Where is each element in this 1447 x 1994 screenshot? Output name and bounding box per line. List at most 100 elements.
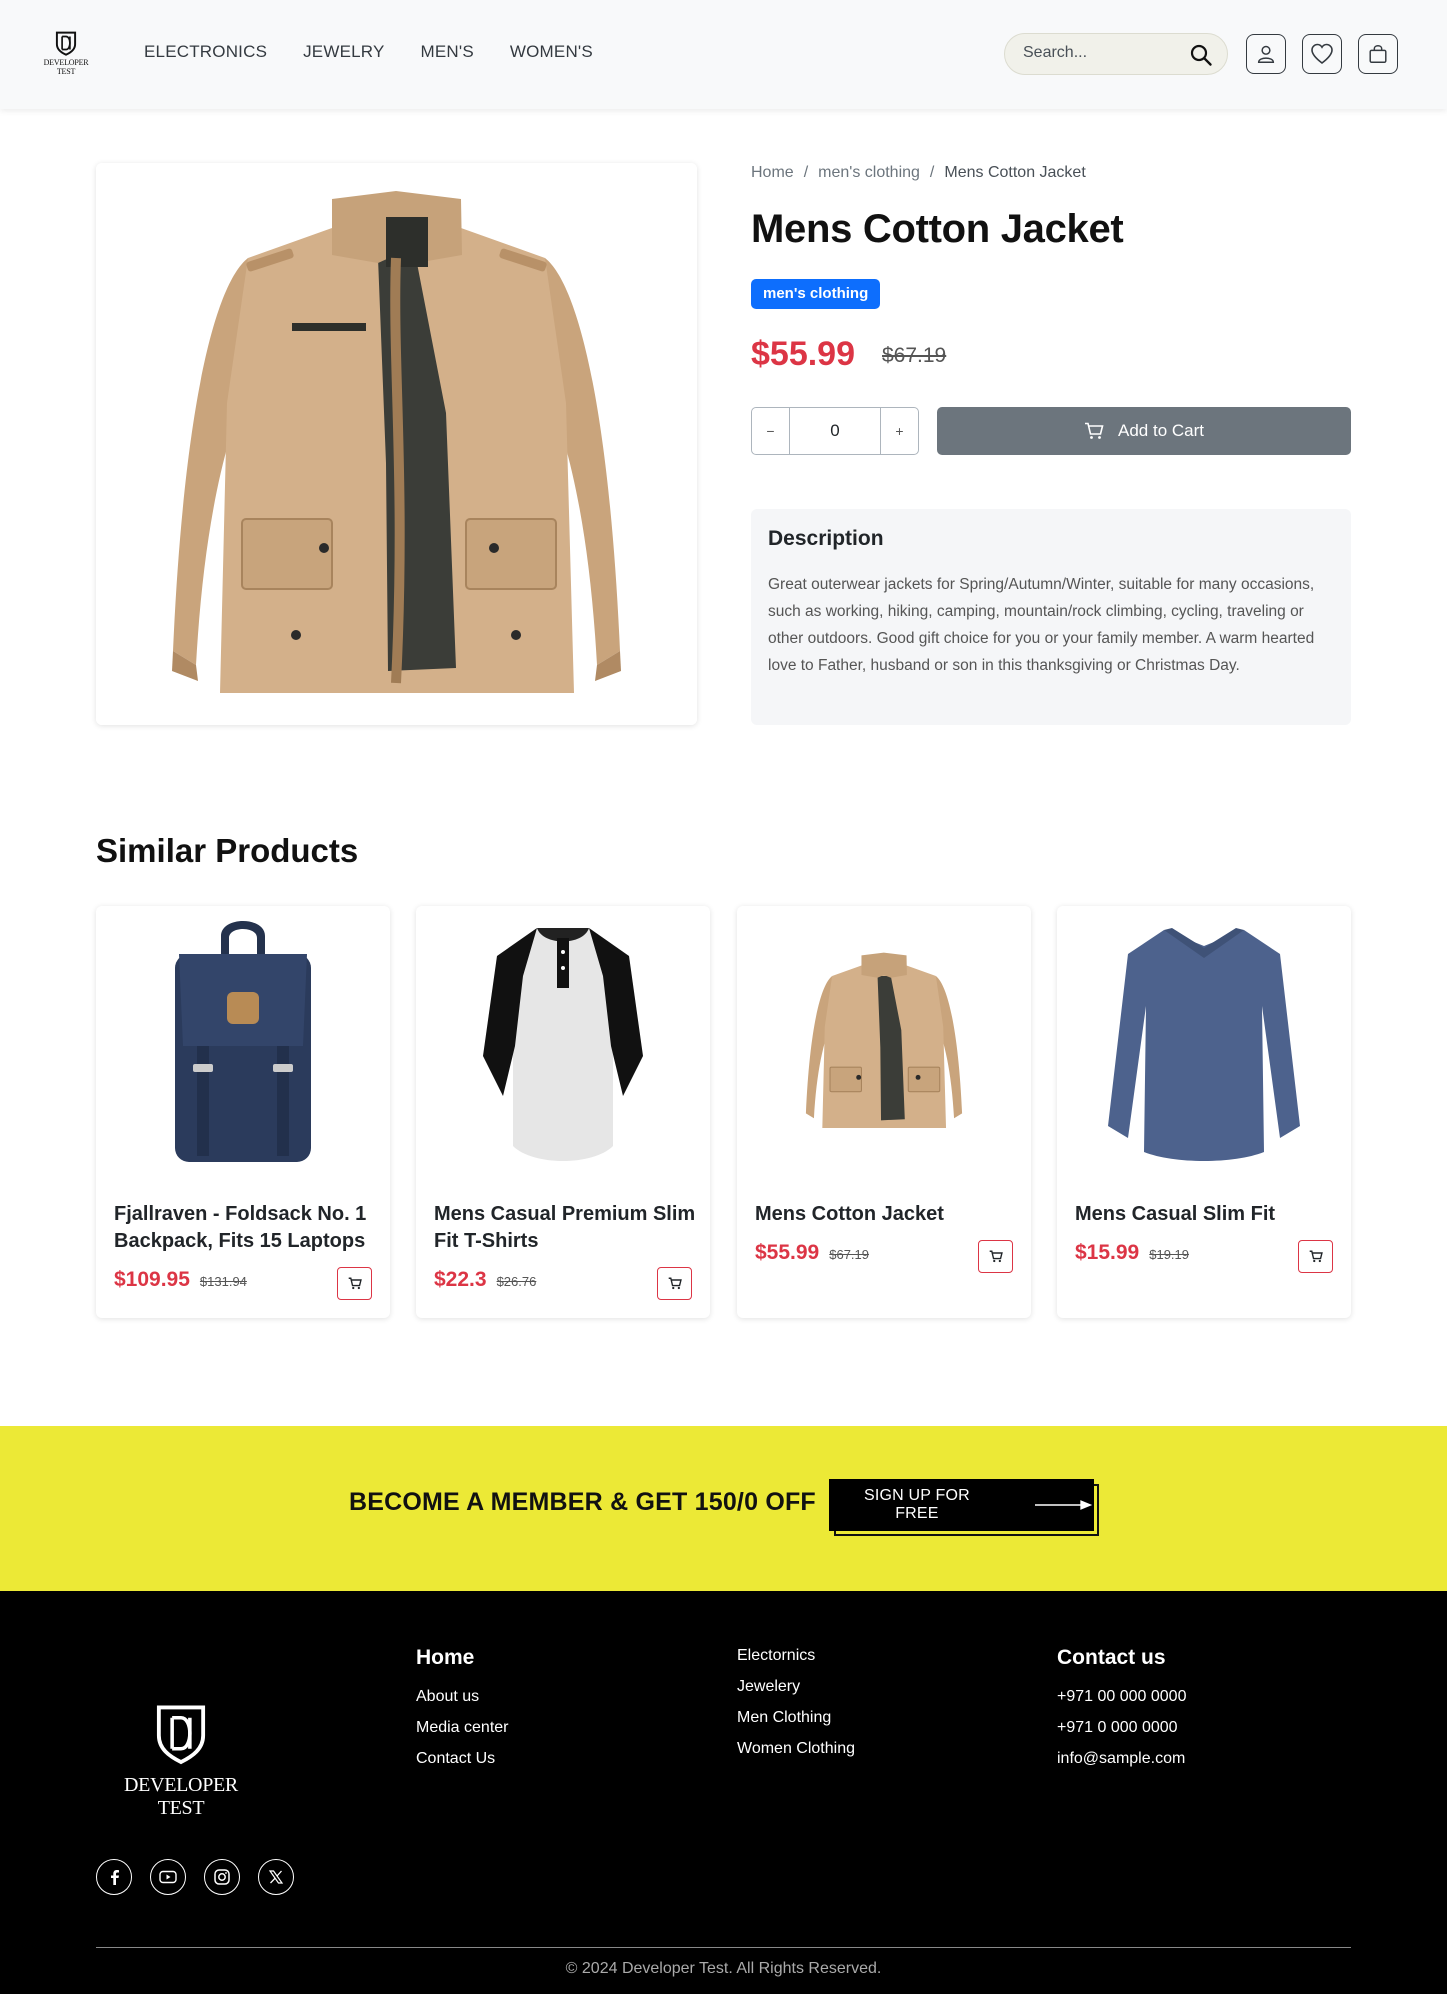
site-footer: DEVELOPER TEST Home About us Media cente… xyxy=(0,1591,1447,1994)
footer-heading[interactable]: Home xyxy=(416,1646,509,1670)
breadcrumb-separator: / xyxy=(929,164,935,181)
product-card-prices: $55.99 $67.19 xyxy=(755,1241,869,1265)
breadcrumb-separator: / xyxy=(803,164,809,181)
product-card-price: $55.99 xyxy=(755,1241,820,1264)
product-card-image[interactable] xyxy=(416,906,710,1176)
add-to-cart-label: Add to Cart xyxy=(1118,421,1204,440)
nav-electronics[interactable]: ELECTRONICS xyxy=(144,42,267,62)
product-card-image[interactable] xyxy=(737,906,1031,1176)
footer-link-women[interactable]: Women Clothing xyxy=(737,1740,855,1758)
search-input[interactable] xyxy=(1023,44,1173,62)
card-add-to-cart-button[interactable] xyxy=(978,1240,1013,1273)
add-to-cart-button[interactable]: Add to Cart xyxy=(937,407,1351,455)
product-card-title[interactable]: Mens Cotton Jacket xyxy=(755,1201,1017,1228)
user-icon xyxy=(1257,45,1275,63)
description-title: Description xyxy=(768,527,884,550)
footer-column-contact: Contact us +971 00 000 0000 +971 0 000 0… xyxy=(1057,1646,1186,1781)
arrow-right-icon xyxy=(1034,1500,1093,1510)
quantity-decrease-button[interactable]: − xyxy=(752,408,790,454)
breadcrumb-current: Mens Cotton Jacket xyxy=(944,164,1086,181)
similar-products-title: Similar Products xyxy=(96,832,359,869)
description-box: Description Great outerwear jackets for … xyxy=(751,509,1351,725)
product-card-price: $109.95 xyxy=(114,1268,190,1291)
product-card-price: $22.3 xyxy=(434,1268,487,1291)
product-card-title[interactable]: Fjallraven - Foldsack No. 1 Backpack, Fi… xyxy=(114,1201,376,1255)
logo-shield-icon xyxy=(156,1705,206,1765)
footer-logo[interactable]: DEVELOPER TEST xyxy=(106,1703,256,1820)
facebook-icon[interactable] xyxy=(96,1859,132,1895)
product-card-old-price: $131.94 xyxy=(199,1274,247,1289)
quantity-stepper: − 0 + xyxy=(751,407,919,455)
nav-womens[interactable]: WOMEN'S xyxy=(510,42,593,62)
nav-jewelry[interactable]: JEWELRY xyxy=(303,42,384,62)
product-card-title[interactable]: Mens Casual Premium Slim Fit T-Shirts xyxy=(434,1201,696,1255)
product-card[interactable]: Mens Cotton Jacket $55.99 $67.19 xyxy=(737,906,1031,1318)
social-links xyxy=(96,1859,294,1895)
youtube-icon[interactable] xyxy=(150,1859,186,1895)
nav-mens[interactable]: MEN'S xyxy=(421,42,474,62)
footer-email[interactable]: info@sample.com xyxy=(1057,1750,1186,1768)
product-image-jacket xyxy=(96,163,697,725)
footer-link-men[interactable]: Men Clothing xyxy=(737,1709,855,1727)
account-button[interactable] xyxy=(1246,34,1286,74)
raglan-tshirt-image xyxy=(483,928,643,1161)
membership-banner: BECOME A MEMBER & GET 150/0 OFF SIGN UP … xyxy=(0,1426,1447,1591)
product-card-price: $15.99 xyxy=(1075,1241,1140,1264)
logo-shield-icon xyxy=(55,31,77,56)
signup-button[interactable]: SIGN UP FOR FREE xyxy=(829,1479,1094,1531)
product-card-prices: $109.95 $131.94 xyxy=(114,1268,247,1292)
card-add-to-cart-button[interactable] xyxy=(337,1267,372,1300)
product-card[interactable]: Mens Casual Premium Slim Fit T-Shirts $2… xyxy=(416,906,710,1318)
heart-icon xyxy=(1311,43,1333,65)
bag-button[interactable] xyxy=(1358,34,1398,74)
product-card[interactable]: Mens Casual Slim Fit $15.99 $19.19 xyxy=(1057,906,1351,1318)
breadcrumb: Home / men's clothing / Mens Cotton Jack… xyxy=(751,164,1086,182)
product-card-image[interactable] xyxy=(1057,906,1351,1176)
cart-icon xyxy=(1085,422,1104,439)
footer-phone-1[interactable]: +971 00 000 0000 xyxy=(1057,1688,1186,1706)
cotton-jacket-image xyxy=(805,952,963,1129)
footer-divider xyxy=(96,1947,1351,1948)
breadcrumb-category[interactable]: men's clothing xyxy=(818,164,920,182)
footer-link-jewelery[interactable]: Jewelery xyxy=(737,1678,855,1696)
site-header: DEVELOPER TEST ELECTRONICS JEWELRY MEN'S… xyxy=(0,0,1447,109)
footer-link-contact[interactable]: Contact Us xyxy=(416,1750,509,1768)
product-old-price: $67.19 xyxy=(882,344,947,367)
card-add-to-cart-button[interactable] xyxy=(1298,1240,1333,1273)
description-text: Great outerwear jackets for Spring/Autum… xyxy=(768,576,1315,674)
product-image-card xyxy=(96,163,697,725)
product-price: $55.99 xyxy=(751,335,855,373)
banner-text: BECOME A MEMBER & GET 150/0 OFF xyxy=(349,1488,816,1516)
backpack-image xyxy=(175,921,311,1162)
logo-text: DEVELOPER TEST xyxy=(43,58,89,76)
footer-phone-2[interactable]: +971 0 000 0000 xyxy=(1057,1719,1186,1737)
footer-heading: Contact us xyxy=(1057,1646,1166,1669)
copyright-text: © 2024 Developer Test. All Rights Reserv… xyxy=(565,1960,882,1977)
blue-longsleeve-image xyxy=(1108,928,1300,1161)
product-card-title[interactable]: Mens Casual Slim Fit xyxy=(1075,1201,1337,1228)
footer-link-about[interactable]: About us xyxy=(416,1688,509,1706)
product-card[interactable]: Fjallraven - Foldsack No. 1 Backpack, Fi… xyxy=(96,906,390,1318)
brand-logo[interactable]: DEVELOPER TEST xyxy=(36,30,96,76)
x-icon[interactable] xyxy=(258,1859,294,1895)
product-card-old-price: $19.19 xyxy=(1149,1247,1189,1262)
breadcrumb-home[interactable]: Home xyxy=(751,164,794,182)
product-card-old-price: $67.19 xyxy=(829,1247,869,1262)
footer-link-media[interactable]: Media center xyxy=(416,1719,509,1737)
quantity-value[interactable]: 0 xyxy=(790,408,880,454)
cart-icon xyxy=(668,1277,682,1290)
quantity-increase-button[interactable]: + xyxy=(880,408,918,454)
instagram-icon[interactable] xyxy=(204,1859,240,1895)
footer-link-electronics[interactable]: Electornics xyxy=(737,1647,855,1665)
footer-column-categories: Electornics Jewelery Men Clothing Women … xyxy=(737,1647,855,1771)
main-nav: ELECTRONICS JEWELRY MEN'S WOMEN'S xyxy=(144,42,593,62)
cart-icon xyxy=(348,1277,362,1290)
search-icon[interactable] xyxy=(1189,43,1213,67)
footer-logo-text: DEVELOPER TEST xyxy=(124,1774,238,1819)
signup-label: SIGN UP FOR FREE xyxy=(863,1487,970,1522)
card-add-to-cart-button[interactable] xyxy=(657,1267,692,1300)
product-card-image[interactable] xyxy=(96,906,390,1176)
shopping-bag-icon xyxy=(1369,45,1387,63)
wishlist-button[interactable] xyxy=(1302,34,1342,74)
product-title: Mens Cotton Jacket xyxy=(751,207,1124,251)
